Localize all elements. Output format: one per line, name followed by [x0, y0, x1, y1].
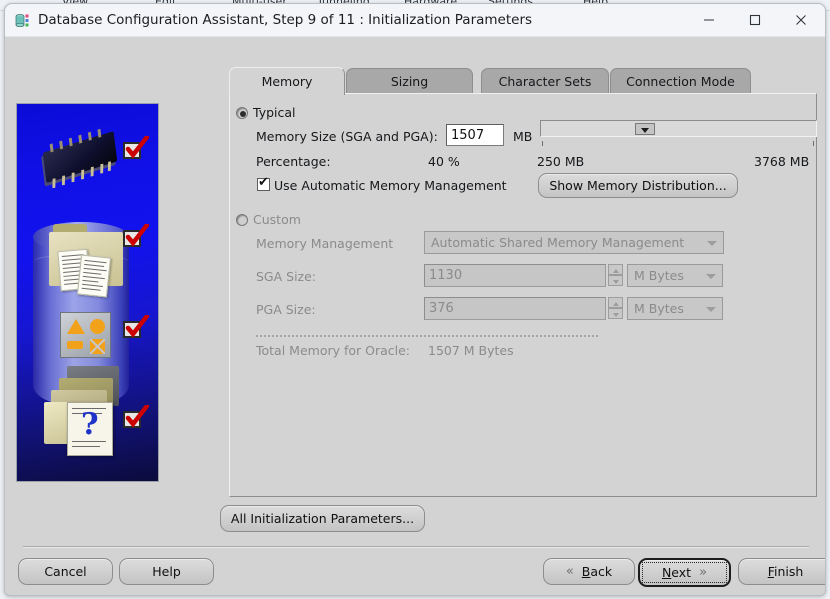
help-button[interactable]: Help [119, 558, 214, 585]
pga-size-input[interactable]: 376 [424, 297, 606, 320]
tab-connection-mode[interactable]: Connection Mode [610, 68, 751, 94]
question-document-graphic: ? [67, 402, 113, 456]
pga-stepper-down[interactable] [608, 308, 623, 319]
all-initialization-parameters-label: All Initialization Parameters... [230, 511, 415, 526]
label-memory-size: Memory Size (SGA and PGA): [256, 129, 438, 144]
all-initialization-parameters-button[interactable]: All Initialization Parameters... [220, 505, 425, 532]
chevron-left-icon: « [565, 564, 574, 579]
sga-size-stepper[interactable] [608, 264, 623, 287]
checkbox-auto-memory-management[interactable] [257, 176, 270, 191]
tab-sizing[interactable]: Sizing [346, 68, 473, 94]
back-button[interactable]: « Back [543, 558, 635, 585]
tab-memory-label: Memory [261, 74, 313, 89]
label-percentage: Percentage: [256, 154, 331, 169]
folder-stack-graphic: ? [41, 366, 127, 458]
tab-character-sets-label: Character Sets [498, 74, 592, 89]
label-sga-size: SGA Size: [256, 269, 317, 284]
slider-max-label: 3768 MB [754, 154, 810, 169]
sga-size-input[interactable]: 1130 [424, 264, 606, 287]
dca-window: Database Configuration Assistant, Step 9… [4, 3, 826, 596]
database-icon [15, 13, 31, 29]
memory-management-select[interactable]: Automatic Shared Memory Management [424, 231, 724, 254]
chevron-down-icon [706, 306, 716, 312]
memory-size-value: 1507 [451, 127, 485, 143]
memory-size-input[interactable]: 1507 [446, 124, 504, 146]
label-total-memory: Total Memory for Oracle: [256, 343, 411, 358]
help-label: Help [152, 564, 181, 579]
folder-documents-graphic [47, 224, 125, 298]
sidebar-illustration: ? [16, 103, 159, 482]
chevron-right-icon: » [699, 565, 708, 580]
pga-size-stepper[interactable] [608, 297, 623, 320]
slider-tick-min [542, 141, 543, 146]
pga-unit-value: M Bytes [634, 301, 684, 316]
tab-sizing-label: Sizing [390, 74, 429, 89]
screen: View Edit Multi-user Tunneling Hardware … [0, 0, 830, 599]
slider-min-label: 250 MB [537, 154, 585, 169]
cancel-label: Cancel [44, 564, 87, 579]
minimize-icon[interactable] [686, 4, 732, 36]
memory-management-value: Automatic Shared Memory Management [431, 235, 685, 250]
custom-section-divider [256, 335, 598, 337]
show-memory-distribution-label: Show Memory Distribution... [549, 178, 727, 193]
finish-button[interactable]: Finish [738, 558, 825, 585]
shapes-graphic [60, 312, 111, 358]
chip-graphic [42, 128, 118, 189]
checkmark-icon-4 [123, 405, 149, 431]
label-memory-management: Memory Management [256, 236, 394, 251]
chevron-down-icon [706, 273, 716, 279]
sga-unit-value: M Bytes [634, 268, 684, 283]
label-pga-size: PGA Size: [256, 302, 316, 317]
close-icon[interactable] [778, 4, 824, 36]
label-auto-memory-management: Use Automatic Memory Management [274, 178, 507, 193]
label-custom: Custom [253, 212, 301, 227]
pga-size-value: 376 [429, 301, 454, 316]
slider-thumb[interactable] [635, 123, 655, 135]
sga-unit-select[interactable]: M Bytes [627, 264, 723, 287]
checkmark-icon-2 [123, 224, 149, 250]
title-bar: Database Configuration Assistant, Step 9… [5, 4, 825, 37]
show-memory-distribution-button[interactable]: Show Memory Distribution... [538, 173, 738, 198]
pga-unit-select[interactable]: M Bytes [627, 297, 723, 320]
slider-track[interactable] [540, 120, 817, 137]
tab-memory[interactable]: Memory [229, 67, 345, 95]
window-title: Database Configuration Assistant, Step 9… [38, 12, 533, 28]
value-percentage: 40 % [428, 154, 460, 169]
sga-stepper-up[interactable] [608, 264, 623, 275]
tab-character-sets[interactable]: Character Sets [481, 68, 609, 94]
slider-tick-max [813, 141, 814, 146]
memory-size-slider[interactable] [540, 120, 817, 140]
sga-stepper-down[interactable] [608, 275, 623, 286]
checkmark-icon-3 [123, 315, 149, 341]
pga-stepper-up[interactable] [608, 297, 623, 308]
maximize-icon[interactable] [732, 4, 778, 36]
label-typical: Typical [253, 105, 296, 120]
memory-tab-panel: Typical Memory Size (SGA and PGA): 1507 … [229, 93, 817, 497]
checkmark-icon-1 [123, 136, 149, 162]
finish-label: Finish [767, 564, 804, 579]
tab-strip: Memory Sizing Character Sets Connection … [229, 67, 817, 95]
label-memory-size-unit: MB [513, 129, 533, 144]
radio-typical[interactable] [236, 107, 248, 119]
cancel-button[interactable]: Cancel [18, 558, 113, 585]
value-total-memory: 1507 M Bytes [428, 343, 514, 358]
tab-connection-mode-label: Connection Mode [626, 74, 735, 89]
footer-divider-highlight [23, 547, 809, 548]
dialog-client-area: ? Memory Sizing Character Sets Connectio… [5, 37, 825, 595]
back-label: Back [581, 564, 613, 579]
next-label: Next [661, 565, 692, 580]
sga-size-value: 1130 [429, 268, 463, 283]
next-button[interactable]: Next » [638, 558, 731, 587]
chevron-down-icon [707, 240, 717, 246]
radio-custom[interactable] [236, 214, 248, 226]
